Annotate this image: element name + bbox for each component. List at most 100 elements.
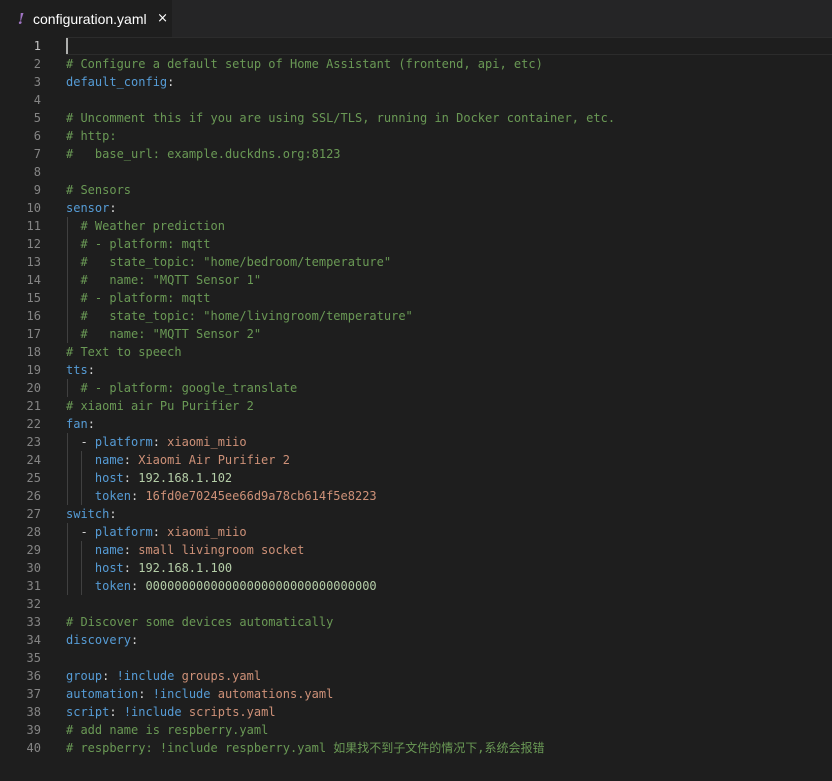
- code-token: # xiaomi air Pu Purifier 2: [66, 399, 254, 413]
- code-token: Xiaomi Air Purifier 2: [138, 453, 290, 467]
- line-content: automation: !include automations.yaml: [66, 685, 333, 703]
- code-line[interactable]: 1: [0, 37, 832, 55]
- code-line[interactable]: 17 # name: "MQTT Sensor 2": [0, 325, 832, 343]
- line-number: 8: [33, 165, 41, 179]
- code-token: # Uncomment this if you are using SSL/TL…: [66, 111, 616, 125]
- code-line[interactable]: 23 - platform: xiaomi_miio: [0, 433, 832, 451]
- code-line[interactable]: 5 # Uncomment this if you are using SSL/T…: [0, 109, 832, 127]
- line-number: 12: [26, 237, 41, 251]
- code-token: xiaomi_miio: [167, 525, 247, 539]
- code-line[interactable]: 29 name: small livingroom socket: [0, 541, 832, 559]
- code-line[interactable]: 34 discovery:: [0, 631, 832, 649]
- line-content: # base_url: example.duckdns.org:8123: [66, 145, 341, 163]
- code-line[interactable]: 15 # - platform: mqtt: [0, 289, 832, 307]
- line-number: 38: [26, 705, 41, 719]
- line-number: 14: [26, 273, 41, 287]
- line-content: name: small livingroom socket: [66, 541, 305, 559]
- code-line[interactable]: 10 sensor:: [0, 199, 832, 217]
- yaml-file-icon: !: [17, 9, 25, 28]
- code-line[interactable]: 33 # Discover some devices automatically: [0, 613, 832, 631]
- line-content: # Weather prediction: [66, 217, 225, 235]
- code-editor[interactable]: 1 2 # Configure a default setup of Home As…: [0, 37, 832, 781]
- line-number: 15: [26, 291, 41, 305]
- code-line[interactable]: 14 # name: "MQTT Sensor 1": [0, 271, 832, 289]
- code-line[interactable]: 35: [0, 649, 832, 667]
- line-number: 20: [26, 381, 41, 395]
- code-line[interactable]: 11 # Weather prediction: [0, 217, 832, 235]
- tab-configuration-yaml[interactable]: ! configuration.yaml ×: [0, 0, 172, 37]
- line-content: - platform: xiaomi_miio: [66, 433, 246, 451]
- line-number: 27: [26, 507, 41, 521]
- code-line[interactable]: 16 # state_topic: "home/livingroom/temper…: [0, 307, 832, 325]
- line-content: tts:: [66, 361, 95, 379]
- line-content: # - platform: mqtt: [66, 235, 210, 253]
- editor-window: ! configuration.yaml × 1 2 # Configure a d…: [0, 0, 832, 781]
- line-content: host: 192.168.1.100: [66, 559, 232, 577]
- line-content: name: Xiaomi Air Purifier 2: [66, 451, 290, 469]
- line-number: 2: [33, 57, 41, 71]
- code-token: platform: [94, 435, 153, 449]
- code-line[interactable]: 6 # http:: [0, 127, 832, 145]
- code-line[interactable]: 18 # Text to speech: [0, 343, 832, 361]
- code-line[interactable]: 3 default_config:: [0, 73, 832, 91]
- code-token: host: [94, 471, 124, 485]
- code-line[interactable]: 20 # - platform: google_translate: [0, 379, 832, 397]
- code-token: # - platform: mqtt: [80, 291, 211, 305]
- code-token: :: [123, 561, 139, 575]
- line-content: # respberry: !include respberry.yaml 如果找…: [66, 739, 545, 757]
- indent-guide: [67, 433, 68, 505]
- code-token: # name: "MQTT Sensor 2": [80, 327, 262, 341]
- code-token: 16fd0e70245ee66d9a78cb614f5e8223: [145, 489, 377, 503]
- close-icon[interactable]: ×: [157, 11, 169, 26]
- code-line[interactable]: 25 host: 192.168.1.102: [0, 469, 832, 487]
- code-line[interactable]: 30 host: 192.168.1.100: [0, 559, 832, 577]
- line-content: # xiaomi air Pu Purifier 2: [66, 397, 254, 415]
- code-line[interactable]: 40 # respberry: !include respberry.yaml 如…: [0, 739, 832, 757]
- indent-guide: [67, 379, 68, 397]
- line-content: default_config:: [66, 73, 174, 91]
- line-number: 19: [26, 363, 41, 377]
- line-number: 1: [33, 39, 41, 53]
- line-number: 39: [26, 723, 41, 737]
- code-line[interactable]: 39 # add name is respberry.yaml: [0, 721, 832, 739]
- code-token: tts: [66, 363, 88, 377]
- code-line[interactable]: 32: [0, 595, 832, 613]
- code-line[interactable]: 2 # Configure a default setup of Home Ass…: [0, 55, 832, 73]
- line-content: # http:: [66, 127, 117, 145]
- code-line[interactable]: 21 # xiaomi air Pu Purifier 2: [0, 397, 832, 415]
- code-line[interactable]: 8: [0, 163, 832, 181]
- code-token: !include: [116, 669, 175, 683]
- tab-bar: ! configuration.yaml ×: [0, 0, 832, 37]
- code-token: :: [123, 471, 139, 485]
- line-number: 30: [26, 561, 41, 575]
- code-line[interactable]: 19 tts:: [0, 361, 832, 379]
- code-token: :: [131, 633, 139, 647]
- code-line[interactable]: 13 # state_topic: "home/bedroom/temperatu…: [0, 253, 832, 271]
- code-line[interactable]: 7 # base_url: example.duckdns.org:8123: [0, 145, 832, 163]
- line-number: 4: [33, 93, 41, 107]
- line-content: sensor:: [66, 199, 117, 217]
- code-line[interactable]: 37 automation: !include automations.yaml: [0, 685, 832, 703]
- code-line[interactable]: 27 switch:: [0, 505, 832, 523]
- code-line[interactable]: 26 token: 16fd0e70245ee66d9a78cb614f5e822…: [0, 487, 832, 505]
- code-token: scripts.yaml: [188, 705, 276, 719]
- line-number: 16: [26, 309, 41, 323]
- code-line[interactable]: 24 name: Xiaomi Air Purifier 2: [0, 451, 832, 469]
- line-content: token: 00000000000000000000000000000000: [66, 577, 377, 595]
- code-token: small livingroom socket: [138, 543, 305, 557]
- code-line[interactable]: 22 fan:: [0, 415, 832, 433]
- code-line[interactable]: 12 # - platform: mqtt: [0, 235, 832, 253]
- code-line[interactable]: 28 - platform: xiaomi_miio: [0, 523, 832, 541]
- line-number: 36: [26, 669, 41, 683]
- code-token: :: [87, 363, 95, 377]
- line-content: # Uncomment this if you are using SSL/TL…: [66, 109, 615, 127]
- code-line[interactable]: 9 # Sensors: [0, 181, 832, 199]
- code-token: name: [94, 453, 124, 467]
- code-line[interactable]: 4: [0, 91, 832, 109]
- line-number: 35: [26, 651, 41, 665]
- code-line[interactable]: 36 group: !include groups.yaml: [0, 667, 832, 685]
- code-line[interactable]: 31 token: 0000000000000000000000000000000…: [0, 577, 832, 595]
- indent-guide: [81, 451, 83, 505]
- code-token: automation: [66, 687, 139, 701]
- code-line[interactable]: 38 script: !include scripts.yaml: [0, 703, 832, 721]
